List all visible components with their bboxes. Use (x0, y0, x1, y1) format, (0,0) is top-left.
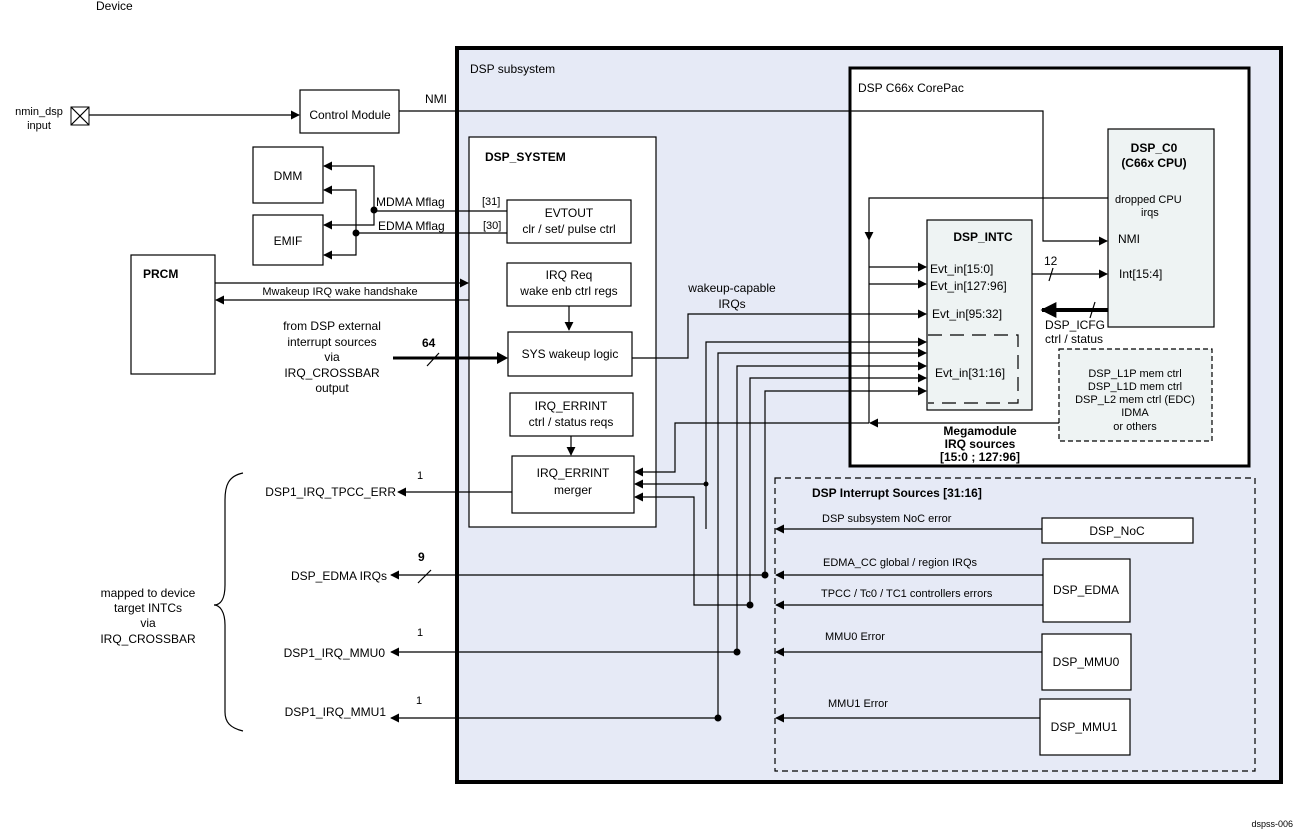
evt-15-0-label: Evt_in[15:0] (930, 262, 993, 276)
bit30-label: [30] (483, 220, 501, 232)
mapping-brace (213, 472, 244, 732)
megamodule-label-2: IRQ sources (945, 437, 1016, 451)
edma-junction (352, 229, 360, 237)
wakeup-capable-label-2: IRQs (718, 297, 745, 311)
dsp-edma-label: DSP_EDMA (1053, 583, 1119, 597)
mwakeup-label: Mwakeup IRQ wake handshake (262, 286, 417, 298)
nmi-label: NMI (425, 92, 447, 106)
mdma-to-dmm-arrow (323, 161, 375, 211)
mmu1-error-label: MMU1 Error (828, 698, 888, 710)
ext-src-5: output (315, 381, 349, 395)
corepac-title: DSP C66x CorePac (858, 81, 964, 95)
dsp-subsystem-title: DSP subsystem (470, 62, 555, 76)
mem-others: or others (1113, 421, 1157, 433)
dropped-irqs-label-2: irqs (1141, 207, 1159, 219)
edma-to-dmm-arrow (323, 185, 357, 233)
dsp-system-title: DSP_SYSTEM (485, 150, 566, 164)
wakeup-logic-label: SYS wakeup logic (522, 347, 619, 361)
dsp-c0-sub: (C66x CPU) (1121, 156, 1186, 170)
mmu0-error-label: MMU0 Error (825, 631, 885, 643)
tpcc-junction (746, 601, 754, 609)
ext-src-1: from DSP external (283, 319, 381, 333)
mmu1-output-label: DSP1_IRQ_MMU1 (285, 705, 387, 719)
bus64-label: 64 (422, 336, 436, 350)
bit31-label: [31] (482, 196, 500, 208)
edma-mflag-label: EDMA Mflag (378, 219, 445, 233)
mmu1-width: 1 (416, 695, 422, 707)
errint-merger-sub: merger (554, 483, 592, 497)
mmu0-width: 1 (417, 627, 423, 639)
mmu0-output-label: DSP1_IRQ_MMU0 (284, 646, 386, 660)
cpu-int-label: Int[15:4] (1119, 267, 1162, 281)
megamodule-label: Megamodule (943, 424, 1017, 438)
irq-req-label: IRQ Req (546, 268, 593, 282)
emif-label: EMIF (274, 234, 303, 248)
mapped-note-1: mapped to device (101, 586, 196, 600)
evtout-sub: clr / set/ pulse ctrl (522, 222, 615, 236)
tpcc-errs-label: TPCC / Tc0 / TC1 controllers errors (821, 588, 993, 600)
evtout-label: EVTOUT (545, 206, 594, 220)
tpcc-err-width: 1 (417, 470, 423, 482)
mem-idma: IDMA (1121, 407, 1149, 419)
control-module-label: Control Module (309, 108, 391, 122)
errint-merger-label: IRQ_ERRINT (537, 466, 610, 480)
mapped-note-3: via (140, 616, 156, 630)
irq-req-sub: wake enb ctrl regs (519, 284, 617, 298)
mapped-note-2: target INTCs (114, 601, 182, 615)
mdma-to-emif-arrow (323, 211, 375, 230)
dsp-intc-title: DSP_INTC (953, 230, 1013, 244)
megamodule-label-3: [15:0 ; 127:96] (940, 450, 1020, 464)
mdma-mflag-label: MDMA Mflag (376, 195, 445, 209)
cpu-nmi-label: NMI (1118, 232, 1140, 246)
dsp-c0-title: DSP_C0 (1131, 141, 1178, 155)
dsp-interrupt-diagram: Device DSP subsystem DSP C66x CorePac DS… (15, 0, 1293, 829)
evt-31-16-label: Evt_in[31:16] (935, 366, 1005, 380)
bus12-label: 12 (1044, 254, 1058, 268)
interrupt-sources-title: DSP Interrupt Sources [31:16] (812, 486, 982, 500)
evt-95-32-label: Evt_in[95:32] (932, 307, 1002, 321)
mem-l1d: DSP_L1D mem ctrl (1088, 381, 1182, 393)
mem-l1p: DSP_L1P mem ctrl (1088, 368, 1181, 380)
dropped-irqs-label: dropped CPU (1115, 194, 1182, 206)
dmm-label: DMM (274, 169, 303, 183)
noc-junction (703, 481, 709, 487)
ext-src-4: IRQ_CROSSBAR (284, 366, 380, 380)
nmin-input-label: input (27, 120, 51, 132)
edma-to-emif-arrow (323, 233, 357, 260)
ext-src-3: via (324, 350, 340, 364)
edma-bus-slash (417, 569, 432, 584)
evt-127-96-label: Evt_in[127:96] (930, 279, 1007, 293)
ext-src-2: interrupt sources (287, 335, 376, 349)
dsp-noc-label: DSP_NoC (1089, 524, 1145, 538)
wakeup-capable-label: wakeup-capable (687, 281, 776, 295)
dsp-mmu1-label: DSP_MMU1 (1051, 720, 1118, 734)
edma-irqs-output-label: DSP_EDMA IRQs (291, 569, 387, 583)
mem-l2: DSP_L2 mem ctrl (EDC) (1075, 394, 1195, 406)
errint-regs-sub: ctrl / status reqs (529, 415, 614, 429)
dsp-mmu0-label: DSP_MMU0 (1053, 655, 1120, 669)
edma-cc-label: EDMA_CC global / region IRQs (823, 557, 978, 569)
device-label: Device (96, 0, 133, 13)
tpcc-err-output-label: DSP1_IRQ_TPCC_ERR (265, 485, 396, 499)
noc-error-label: DSP subsystem NoC error (822, 513, 952, 525)
figure-id: dspss-006 (1251, 819, 1293, 829)
icfg-label: DSP_ICFG (1045, 318, 1105, 332)
nmin-dsp-label: nmin_dsp (15, 106, 63, 118)
errint-regs-label: IRQ_ERRINT (535, 399, 608, 413)
mapped-note-4: IRQ_CROSSBAR (100, 632, 196, 646)
edma-irqs-width: 9 (418, 550, 425, 564)
icfg-label-2: ctrl / status (1045, 332, 1103, 346)
prcm-label: PRCM (143, 267, 178, 281)
